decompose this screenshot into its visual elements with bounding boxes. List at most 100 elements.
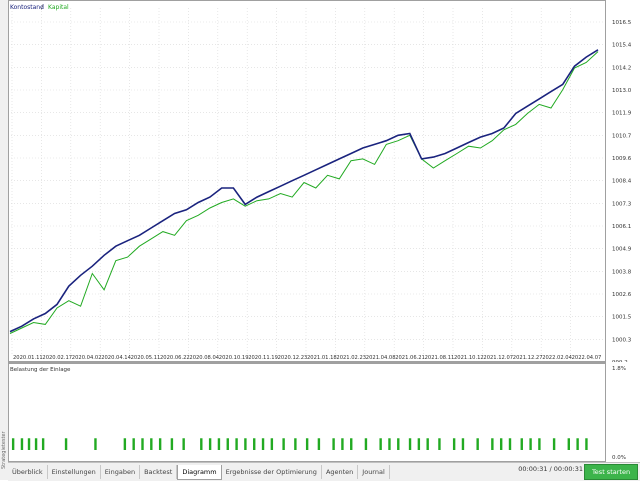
y-tick-label: 1000.3 xyxy=(612,337,632,343)
x-tick-label: 2021.08.11 xyxy=(425,355,455,361)
x-tick-label: 2020.10.19 xyxy=(219,355,249,361)
y-tick-label: 1003.8 xyxy=(612,269,632,275)
deposit-load-bar xyxy=(305,438,309,450)
deposit-load-bar xyxy=(123,438,127,450)
tab-einstellungen[interactable]: Einstellungen xyxy=(48,465,101,479)
deposit-load-bar xyxy=(552,438,556,450)
deposit-load-bar xyxy=(508,438,512,450)
deposit-load-bar xyxy=(341,438,344,450)
deposit-load-bar xyxy=(235,438,238,450)
deposit-load-bar xyxy=(426,438,429,450)
deposit-load-bar xyxy=(538,438,541,450)
deposit-load-bar xyxy=(200,438,203,450)
deposit-load-bar xyxy=(158,438,162,450)
deposit-load-bar xyxy=(294,438,297,450)
elapsed-timer: 00:00:31 / 00:00:31 xyxy=(518,465,583,473)
deposit-load-bar xyxy=(499,438,503,450)
start-test-button[interactable]: Test starten xyxy=(584,464,638,480)
x-tick-label: 2020.04.14 xyxy=(101,355,131,361)
deposit-load-bar xyxy=(567,438,570,450)
deposit-load-bar xyxy=(332,438,335,450)
deposit-load-bar xyxy=(170,438,174,450)
x-tick-label: 2022.04.07 xyxy=(572,355,602,361)
tab-agenten[interactable]: Agenten xyxy=(322,465,359,479)
sub-ytick-bottom: 0.0% xyxy=(612,455,626,461)
deposit-load-bar xyxy=(64,438,68,450)
deposit-load-bar xyxy=(226,438,229,450)
x-tick-label: 2020.08.04 xyxy=(189,355,219,361)
deposit-load-bar xyxy=(20,438,24,450)
y-tick-label: 1006.1 xyxy=(612,224,631,230)
deposit-load-bar xyxy=(132,438,135,450)
deposit-load-bar xyxy=(461,438,465,450)
sub-ytick-top: 1.8% xyxy=(612,366,626,372)
x-tick-label: 2020.04.02 xyxy=(72,355,102,361)
y-tick-label: 1009.6 xyxy=(612,156,632,162)
y-tick-label: 1008.4 xyxy=(612,179,632,185)
tab-ergebnisse-der-optimierung[interactable]: Ergebnisse der Optimierung xyxy=(222,465,322,479)
x-tick-label: 2021.01.18 xyxy=(307,355,337,361)
y-tick-label: 1010.7 xyxy=(612,133,632,139)
balance-equity-chart: 1016.5 1015.4 1014.2 1013.0 1011.9 1010.7 1009… xyxy=(8,0,640,362)
deposit-load-bar xyxy=(270,438,274,450)
y-tick-label: 1014.2 xyxy=(612,65,631,71)
deposit-load-bar xyxy=(317,438,321,450)
sidebar-label: Strategietester xyxy=(1,431,7,469)
deposit-load-bar xyxy=(397,438,400,450)
deposit-load-bar xyxy=(182,438,185,450)
deposit-load-bar xyxy=(141,438,144,450)
y-tick-label: 1016.5 xyxy=(612,20,632,26)
x-tick-label: 2020.02.17 xyxy=(42,355,72,361)
deposit-load-bar xyxy=(27,438,31,450)
deposit-load-bar xyxy=(217,438,221,450)
x-tick-label: 2020.11.19 xyxy=(248,355,278,361)
deposit-load-bar xyxy=(491,438,494,450)
tab-überblick[interactable]: Überblick xyxy=(8,465,48,479)
deposit-load-bar xyxy=(41,438,45,450)
x-tick-label: 2020.12.23 xyxy=(278,355,308,361)
deposit-load-bar xyxy=(244,438,247,450)
y-tick-label: 1015.4 xyxy=(612,43,632,49)
deposit-load-bar xyxy=(408,438,412,450)
x-tick-label: 2021.12.07 xyxy=(483,355,513,361)
deposit-load-bar xyxy=(350,438,353,450)
deposit-load-bar xyxy=(11,438,15,450)
x-tick-label: 2021.02.23 xyxy=(336,355,366,361)
deposit-load-bar xyxy=(452,438,456,450)
tab-journal[interactable]: Journal xyxy=(358,465,390,479)
deposit-load-bar xyxy=(576,438,579,450)
tab-diagramm[interactable]: Diagramm xyxy=(177,464,222,480)
tab-eingaben[interactable]: Eingaben xyxy=(101,465,141,479)
deposit-load-chart: Belastung der Einlage 1.8% 0.0% xyxy=(8,362,640,462)
x-tick-label: 2020.01.11 xyxy=(13,355,43,361)
deposit-load-bar xyxy=(208,438,212,450)
y-tick-label: 1013.0 xyxy=(612,88,632,94)
deposit-load-bar xyxy=(150,438,153,450)
y-tick-label: 1002.6 xyxy=(612,292,632,298)
deposit-load-bar xyxy=(282,438,285,450)
x-tick-label: 2020.06.22 xyxy=(160,355,190,361)
x-tick-label: 2020.05.11 xyxy=(131,355,161,361)
deposit-load-bar xyxy=(379,438,382,450)
tab-backtest[interactable]: Backtest xyxy=(140,465,178,479)
legend-balance: Kontostand xyxy=(10,4,44,11)
deposit-load-bar xyxy=(34,438,38,450)
deposit-load-bar xyxy=(476,438,479,450)
deposit-load-bar xyxy=(529,438,532,450)
x-tick-label: 2021.04.08 xyxy=(366,355,396,361)
deposit-load-bar xyxy=(364,438,368,450)
deposit-load-bar xyxy=(253,438,256,450)
y-tick-label: 1011.9 xyxy=(612,111,632,117)
x-tick-label: 2021.12.27 xyxy=(513,355,543,361)
deposit-load-bar xyxy=(417,438,421,450)
x-tick-label: 2022.02.04 xyxy=(542,355,572,361)
deposit-load-bar xyxy=(585,438,588,450)
deposit-load-bar xyxy=(438,438,441,450)
legend-equity: Kapital xyxy=(48,4,69,11)
y-tick-label: 1007.3 xyxy=(612,201,632,207)
deposit-load-bar xyxy=(261,438,265,450)
y-tick-label: 1004.9 xyxy=(612,247,632,253)
y-tick-label: 1001.5 xyxy=(612,315,632,321)
deposit-load-title: Belastung der Einlage xyxy=(10,367,71,373)
deposit-load-bar xyxy=(94,438,97,450)
